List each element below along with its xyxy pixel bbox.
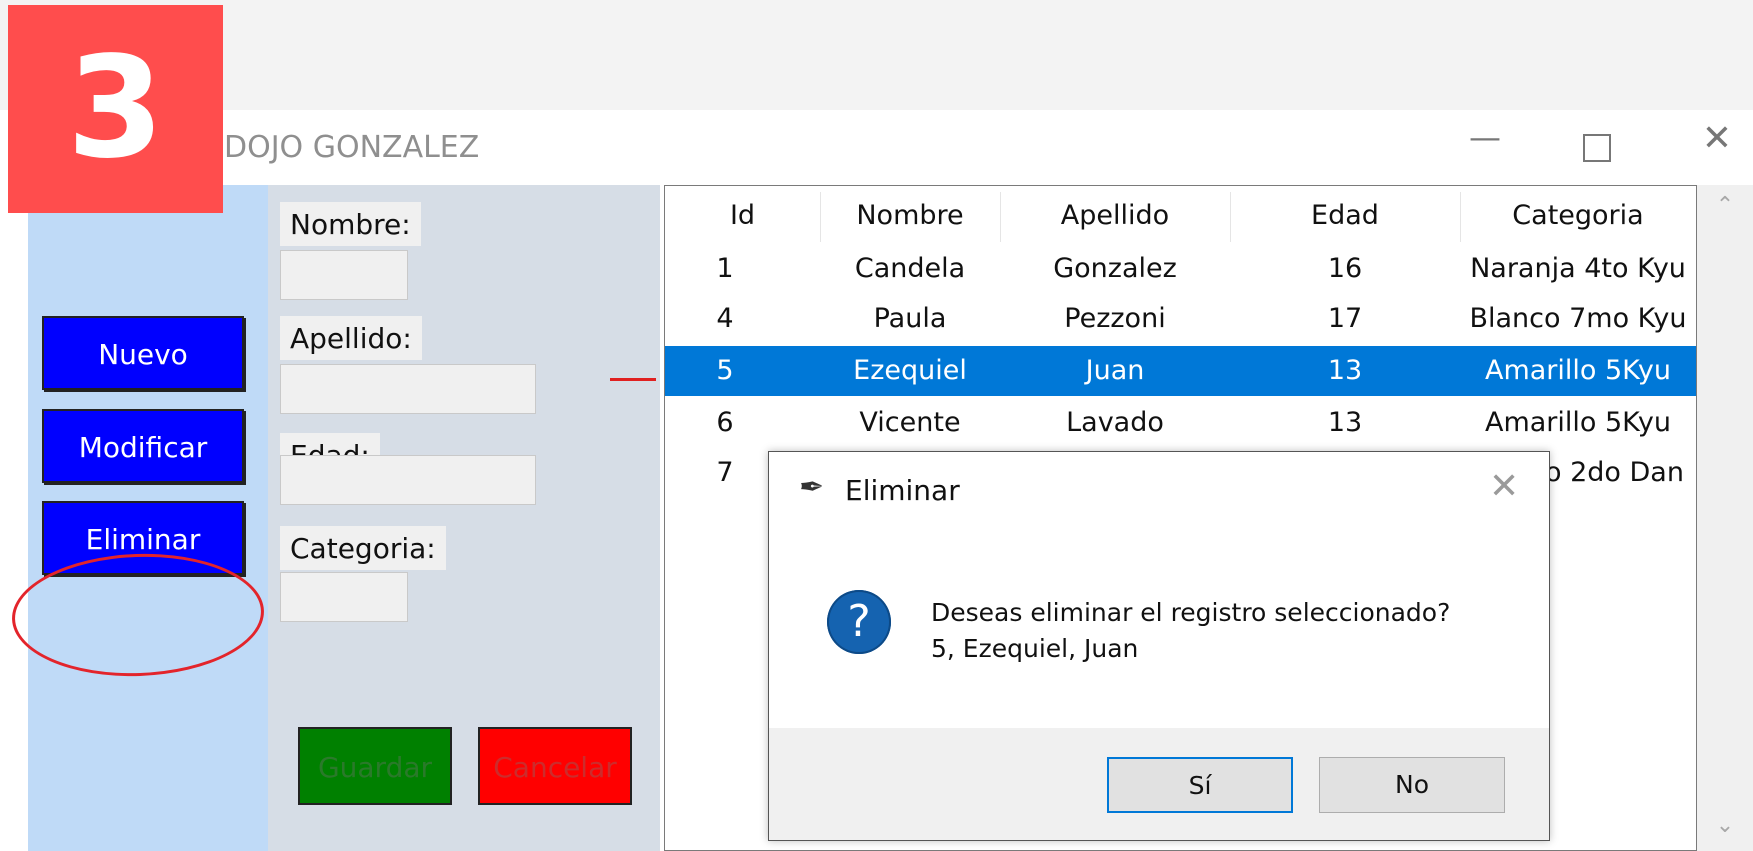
cell-id: 1 <box>716 253 734 284</box>
column-header-edad[interactable]: Edad <box>1230 186 1460 246</box>
title-bar: DOJO GONZALEZ — ✕ <box>0 110 1753 185</box>
cell-id: 7 <box>716 457 734 488</box>
cell-id: 6 <box>716 407 734 438</box>
cell-nombre: Ezequiel <box>853 355 967 386</box>
cell-nombre: Vicente <box>859 407 961 438</box>
top-background <box>0 0 1753 110</box>
apellido-input[interactable] <box>280 364 536 414</box>
guardar-button[interactable]: Guardar <box>298 727 452 805</box>
table-row[interactable]: 6 Vicente Lavado 13 Amarillo 5Kyu <box>665 398 1696 448</box>
dialog-message: Deseas eliminar el registro seleccionado… <box>931 598 1451 627</box>
edad-input[interactable] <box>280 455 536 505</box>
column-header-categoria[interactable]: Categoria <box>1460 186 1696 246</box>
table-row[interactable]: 4 Paula Pezzoni 17 Blanco 7mo Kyu <box>665 294 1696 344</box>
modificar-button[interactable]: Modificar <box>42 409 244 483</box>
dialog-footer: Sí No <box>769 728 1549 840</box>
column-header-apellido[interactable]: Apellido <box>1000 186 1230 246</box>
categoria-label: Categoria: <box>280 526 446 570</box>
maximize-icon[interactable] <box>1567 122 1627 170</box>
table-row-selected[interactable]: 5 Ezequiel Juan 13 Amarillo 5Kyu <box>665 346 1696 396</box>
close-icon[interactable]: ✕ <box>1687 118 1747 159</box>
dialog-close-icon[interactable]: ✕ <box>1489 466 1519 507</box>
cell-edad: 17 <box>1327 303 1363 334</box>
step-number: 3 <box>66 27 165 190</box>
column-header-id[interactable]: Id <box>665 186 820 246</box>
cancelar-button[interactable]: Cancelar <box>478 727 632 805</box>
cell-apellido: Pezzoni <box>1064 303 1166 334</box>
confirm-delete-dialog: ✒ Eliminar ✕ ? Deseas eliminar el regist… <box>768 451 1550 841</box>
annotation-mark <box>610 378 656 381</box>
cell-id: 4 <box>716 303 734 334</box>
no-button[interactable]: No <box>1319 757 1505 813</box>
table-row[interactable]: 1 Candela Gonzalez 16 Naranja 4to Kyu <box>665 244 1696 294</box>
column-header-nombre[interactable]: Nombre <box>820 186 1000 246</box>
dialog-title: Eliminar <box>845 474 960 507</box>
cell-apellido: Juan <box>1085 355 1145 386</box>
cell-nombre: Candela <box>854 253 966 284</box>
cell-edad: 13 <box>1327 407 1363 438</box>
scroll-down-icon[interactable]: ⌄ <box>1697 813 1753 838</box>
cell-apellido: Lavado <box>1066 407 1164 438</box>
nuevo-button[interactable]: Nuevo <box>42 316 244 390</box>
apellido-label: Apellido: <box>280 316 422 360</box>
cell-categoria: Naranja 4to Kyu <box>1470 253 1686 284</box>
feather-icon: ✒ <box>799 470 825 505</box>
cell-apellido: Gonzalez <box>1053 253 1177 284</box>
vertical-scrollbar[interactable]: ⌃ ⌄ <box>1697 185 1753 851</box>
cell-nombre: Paula <box>873 303 947 334</box>
minimize-icon[interactable]: — <box>1455 118 1515 156</box>
step-badge: 3 <box>8 5 223 213</box>
scroll-up-icon[interactable]: ⌃ <box>1697 193 1753 218</box>
cell-categoria: Amarillo 5Kyu <box>1484 355 1672 386</box>
yes-button[interactable]: Sí <box>1107 757 1293 813</box>
cell-edad: 13 <box>1327 355 1363 386</box>
cell-id: 5 <box>716 355 734 386</box>
categoria-input[interactable] <box>280 572 408 622</box>
question-icon: ? <box>827 590 891 654</box>
cell-categoria: Blanco 7mo Kyu <box>1469 303 1687 334</box>
window-title: DOJO GONZALEZ <box>224 130 480 165</box>
nombre-label: Nombre: <box>280 202 421 246</box>
nombre-input[interactable] <box>280 250 408 300</box>
dialog-record-summary: 5, Ezequiel, Juan <box>931 634 1139 663</box>
table-header: Id Nombre Apellido Edad Categoria <box>665 186 1696 246</box>
cell-edad: 16 <box>1327 253 1363 284</box>
cell-categoria: Amarillo 5Kyu <box>1484 407 1672 438</box>
cell-categoria: o 2do Dan <box>1545 457 1684 488</box>
